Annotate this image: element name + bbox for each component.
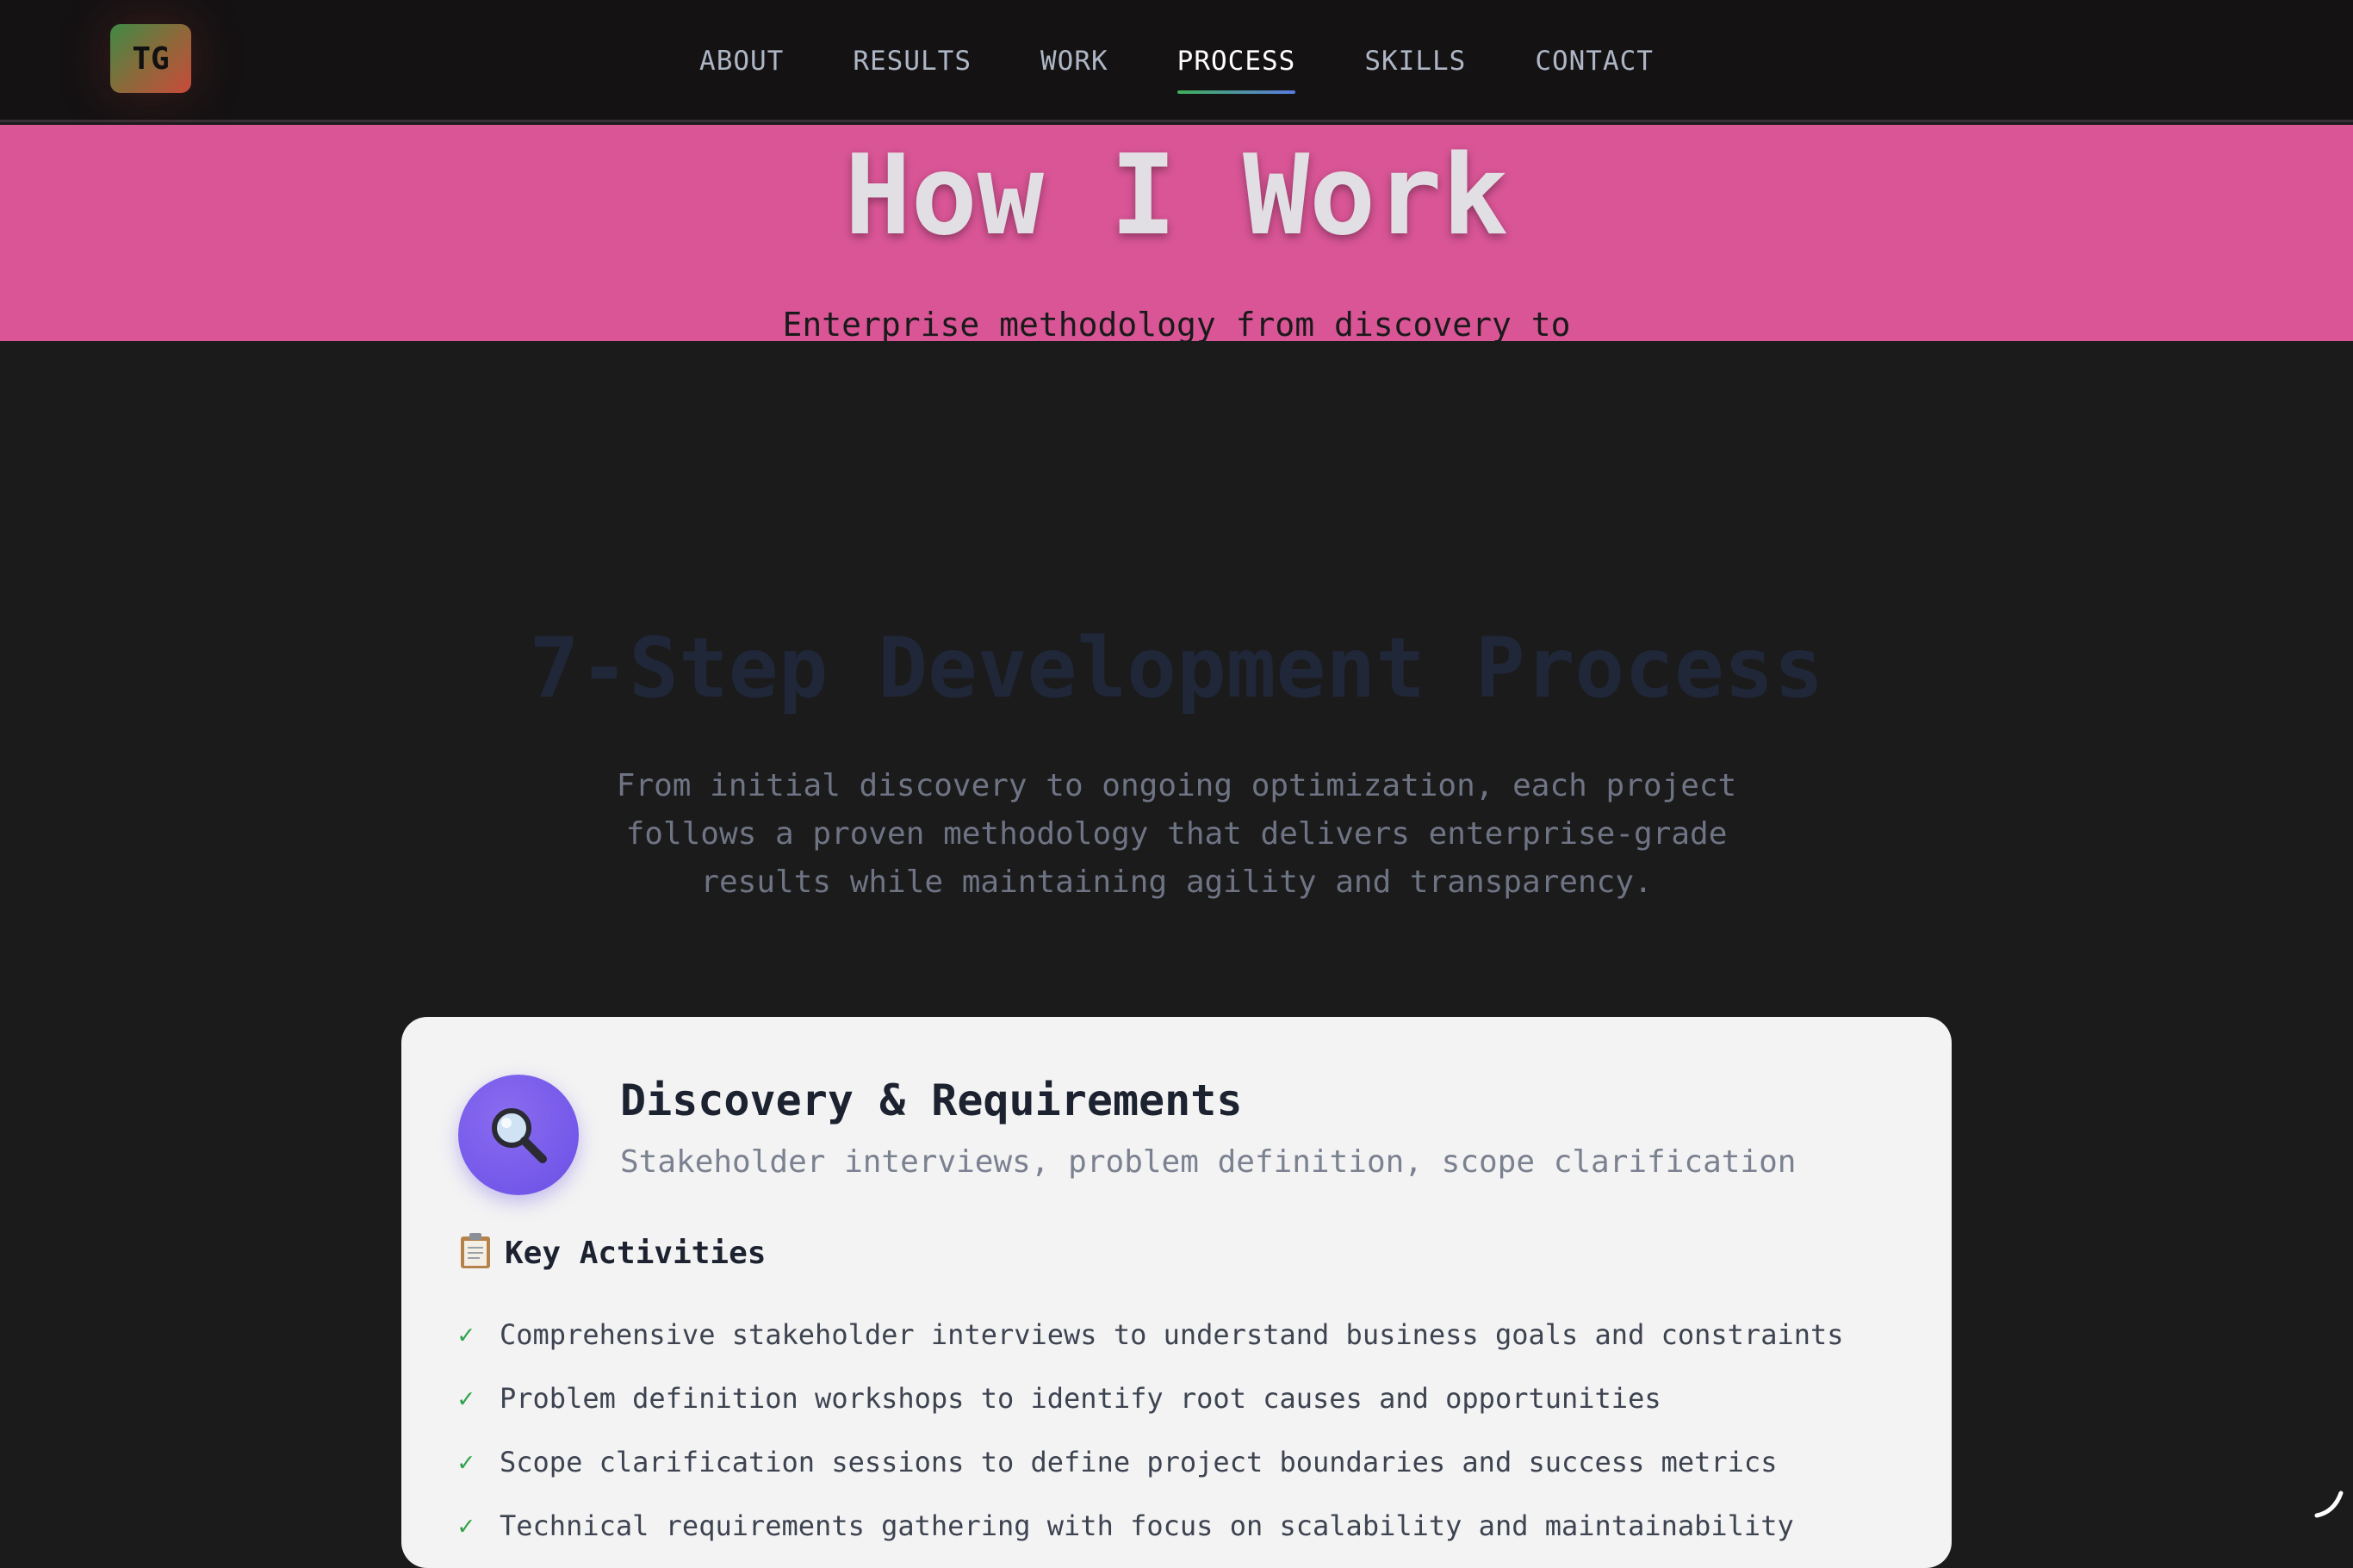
nav-links: ABOUT RESULTS WORK PROCESS SKILLS CONTAC…: [0, 0, 2353, 122]
check-icon: ✓: [458, 1511, 500, 1541]
hero-subtitle: Enterprise methodology from discovery to: [0, 306, 2353, 341]
magnifying-glass-icon: [458, 1075, 579, 1195]
nav-link-process[interactable]: PROCESS: [1143, 46, 1331, 77]
check-icon: ✓: [458, 1320, 500, 1350]
section-description: From initial discovery to ongoing optimi…: [591, 762, 1762, 907]
nav-link-skills[interactable]: SKILLS: [1330, 46, 1500, 77]
key-activities-label: Key Activities: [505, 1236, 766, 1271]
hero-title: How I Work: [0, 132, 2353, 260]
nav-link-work[interactable]: WORK: [1006, 46, 1143, 77]
activity-text: Scope clarification sessions to define p…: [500, 1446, 1777, 1478]
section-title: 7-Step Development Process: [0, 620, 2353, 716]
nav-link-contact[interactable]: CONTACT: [1500, 46, 1688, 77]
activities-list: ✓ Comprehensive stakeholder interviews t…: [458, 1303, 1844, 1558]
list-item: ✓ Technical requirements gathering with …: [458, 1494, 1844, 1558]
check-icon: ✓: [458, 1447, 500, 1478]
list-item: ✓ Problem definition workshops to identi…: [458, 1367, 1844, 1430]
top-nav: TG ABOUT RESULTS WORK PROCESS SKILLS CON…: [0, 0, 2353, 122]
step-title: Discovery & Requirements: [620, 1075, 1242, 1125]
list-item: ✓ Comprehensive stakeholder interviews t…: [458, 1303, 1844, 1367]
activity-text: Comprehensive stakeholder interviews to …: [500, 1318, 1844, 1351]
step-card-discovery: Discovery & Requirements Stakeholder int…: [401, 1017, 1952, 1568]
check-icon: ✓: [458, 1384, 500, 1414]
hero-banner: How I Work Enterprise methodology from d…: [0, 125, 2353, 341]
clipboard-icon: [458, 1232, 493, 1274]
activity-text: Technical requirements gathering with fo…: [500, 1509, 1794, 1542]
resize-handle-icon[interactable]: [2313, 1488, 2344, 1519]
nav-link-results[interactable]: RESULTS: [818, 46, 1006, 77]
list-item: ✓ Scope clarification sessions to define…: [458, 1430, 1844, 1494]
key-activities-heading: Key Activities: [458, 1232, 766, 1274]
activity-text: Problem definition workshops to identify…: [500, 1382, 1661, 1415]
step-subtitle: Stakeholder interviews, problem definiti…: [620, 1144, 1796, 1180]
nav-link-about[interactable]: ABOUT: [665, 46, 818, 77]
